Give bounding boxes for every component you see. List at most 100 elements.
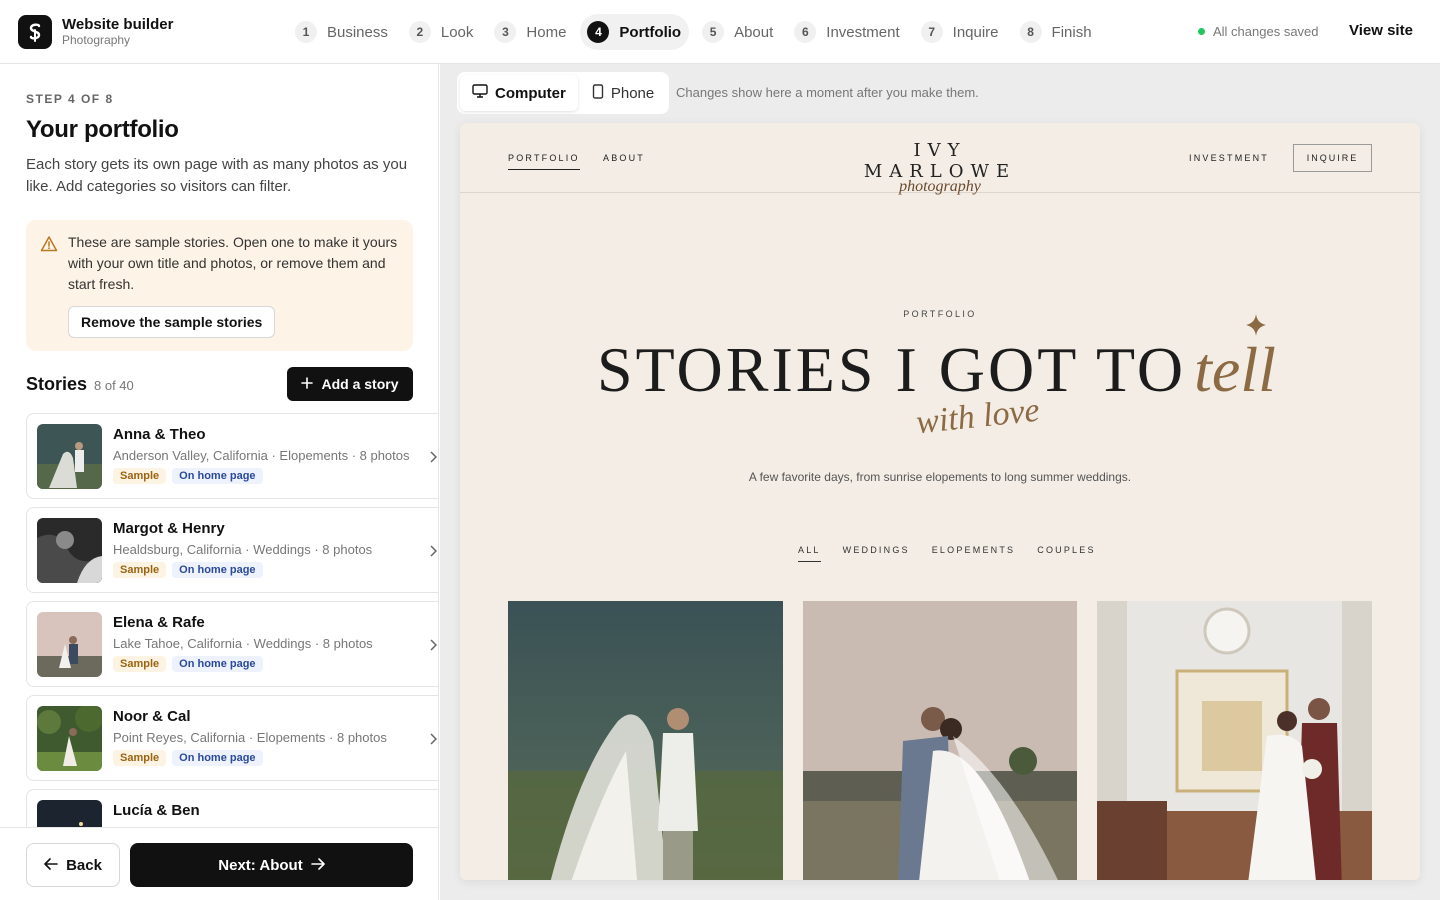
phone-icon bbox=[592, 83, 604, 103]
story-tags: Sample On home page bbox=[113, 656, 263, 672]
step-home[interactable]: 3 Home bbox=[487, 14, 574, 50]
story-item[interactable]: Anna & Theo Anderson Valley, California … bbox=[26, 413, 438, 499]
app-logo-icon[interactable] bbox=[18, 15, 52, 49]
view-site-link[interactable]: View site bbox=[1349, 22, 1413, 39]
save-status: All changes saved bbox=[1198, 24, 1319, 39]
preview-area: Computer Phone Changes show here a momen… bbox=[440, 64, 1440, 900]
filter-elopements[interactable]: ELOPEMENTS bbox=[932, 545, 1016, 562]
story-name: Noor & Cal bbox=[113, 708, 191, 725]
hero-title: STORIES I GOT TO tell bbox=[597, 333, 1276, 407]
add-story-button[interactable]: Add a story bbox=[287, 367, 413, 401]
sparkle-icon bbox=[1246, 314, 1266, 341]
brand-subtitle: Photography bbox=[62, 33, 131, 47]
step-number: 8 bbox=[1019, 21, 1042, 43]
filter-couples[interactable]: COUPLES bbox=[1037, 545, 1095, 562]
story-item[interactable]: Noor & Cal Point Reyes, California · Elo… bbox=[26, 695, 438, 781]
portfolio-photo[interactable] bbox=[802, 601, 1078, 880]
story-list: Anna & Theo Anderson Valley, California … bbox=[26, 413, 438, 883]
chevron-right-icon bbox=[429, 732, 438, 750]
story-meta: Point Reyes, California · Elopements · 8… bbox=[113, 730, 387, 745]
editor-panel: STEP 4 OF 8 Your portfolio Each story ge… bbox=[0, 64, 439, 900]
arrow-right-icon bbox=[310, 857, 325, 874]
story-item[interactable]: Elena & Rafe Lake Tahoe, California · We… bbox=[26, 601, 438, 687]
device-computer-button[interactable]: Computer bbox=[460, 75, 578, 111]
story-meta: Lake Tahoe, California · Weddings · 8 ph… bbox=[113, 636, 373, 651]
story-thumbnail bbox=[37, 424, 102, 489]
device-phone-label: Phone bbox=[610, 84, 655, 102]
story-thumbnail bbox=[37, 612, 102, 677]
home-page-badge: On home page bbox=[172, 656, 263, 672]
monitor-icon bbox=[472, 84, 488, 102]
story-name: Anna & Theo bbox=[113, 426, 206, 443]
chevron-right-icon bbox=[429, 638, 438, 656]
step-business[interactable]: 1 Business bbox=[288, 14, 396, 50]
story-name: Margot & Henry bbox=[113, 520, 225, 537]
step-number: 1 bbox=[295, 21, 317, 43]
device-computer-label: Computer bbox=[495, 84, 566, 102]
warning-icon bbox=[40, 235, 58, 258]
panel-footer: Back Next: About bbox=[0, 827, 438, 900]
top-bar: Website builder Photography 1 Business 2L… bbox=[0, 0, 1440, 64]
step-look[interactable]: 2 Look bbox=[402, 14, 482, 50]
arrow-left-icon bbox=[44, 857, 58, 874]
hero-title-main: STORIES I GOT TO bbox=[597, 334, 1187, 405]
story-tags: Sample On home page bbox=[113, 468, 263, 484]
site-nav: PORTFOLIO ABOUT IVY MARLOWE photography … bbox=[460, 123, 1420, 196]
site-preview: PORTFOLIO ABOUT IVY MARLOWE photography … bbox=[460, 123, 1420, 880]
device-toggle: Computer Phone bbox=[457, 72, 670, 114]
story-name: Elena & Rafe bbox=[113, 614, 205, 631]
home-page-badge: On home page bbox=[172, 750, 263, 766]
portfolio-photo[interactable] bbox=[508, 601, 783, 880]
step-portfolio[interactable]: 4 Portfolio bbox=[580, 14, 690, 50]
brand-title: Website builder bbox=[62, 16, 174, 33]
filter-weddings[interactable]: WEDDINGS bbox=[843, 545, 910, 562]
step-nav: 1 Business 2 Look 3 Home 4 Portfolio 5 About … bbox=[288, 14, 1100, 50]
device-phone-button[interactable]: Phone bbox=[580, 75, 666, 111]
story-meta: Anderson Valley, California · Elopements… bbox=[113, 448, 410, 463]
story-name: Lucía & Ben bbox=[113, 802, 200, 819]
step-number: 6 bbox=[794, 21, 817, 43]
step-number: 3 bbox=[494, 21, 517, 43]
site-inquire-button[interactable]: INQUIRE bbox=[1293, 144, 1372, 172]
plus-icon bbox=[301, 376, 314, 392]
step-label: About bbox=[734, 23, 774, 41]
filter-all[interactable]: ALL bbox=[798, 545, 821, 562]
story-thumbnail bbox=[37, 518, 102, 583]
sample-badge: Sample bbox=[113, 562, 167, 578]
step-label: Business bbox=[327, 23, 388, 41]
step-number: 7 bbox=[920, 21, 943, 43]
back-button[interactable]: Back bbox=[26, 843, 120, 887]
sample-badge: Sample bbox=[113, 468, 167, 484]
step-label: Inquire bbox=[952, 23, 999, 41]
site-nav-portfolio[interactable]: PORTFOLIO bbox=[508, 153, 580, 170]
notice-text: These are sample stories. Open one to ma… bbox=[68, 234, 398, 292]
sample-badge: Sample bbox=[113, 750, 167, 766]
step-about[interactable]: 5 About bbox=[695, 14, 781, 50]
portfolio-photo[interactable] bbox=[1097, 601, 1373, 880]
next-button[interactable]: Next: About bbox=[130, 843, 413, 887]
hero-subtitle: A few favorite days, from sunrise elopem… bbox=[748, 470, 1132, 484]
step-label: Home bbox=[526, 23, 567, 41]
save-status-text: All changes saved bbox=[1213, 24, 1319, 39]
site-logo-name: IVY MARLOWE bbox=[863, 140, 1017, 182]
story-item[interactable]: Margot & Henry Healdsburg, California · … bbox=[26, 507, 438, 593]
site-nav-investment[interactable]: INVESTMENT bbox=[1189, 153, 1269, 163]
next-label: Next: About bbox=[218, 856, 303, 874]
site-nav-about[interactable]: ABOUT bbox=[603, 153, 645, 163]
remove-samples-button[interactable]: Remove the sample stories bbox=[68, 306, 276, 338]
stories-count: 8 of 40 bbox=[94, 378, 134, 393]
site-logo[interactable]: IVY MARLOWE photography bbox=[843, 140, 1037, 196]
hero-eyebrow: PORTFOLIO bbox=[903, 309, 977, 319]
step-inquire[interactable]: 7 Inquire bbox=[914, 14, 1007, 50]
home-page-badge: On home page bbox=[172, 562, 263, 578]
step-label: Finish bbox=[1051, 23, 1092, 41]
story-tags: Sample On home page bbox=[113, 750, 263, 766]
hero-title-accent: tell bbox=[1194, 334, 1276, 405]
step-label: Look bbox=[440, 23, 474, 41]
step-finish[interactable]: 8 Finish bbox=[1013, 14, 1100, 50]
step-label: Investment bbox=[826, 23, 900, 41]
step-number: 4 bbox=[587, 21, 610, 43]
back-label: Back bbox=[66, 856, 102, 874]
step-investment[interactable]: 6 Investment bbox=[787, 14, 907, 50]
preview-hint: Changes show here a moment after you mak… bbox=[676, 85, 979, 100]
